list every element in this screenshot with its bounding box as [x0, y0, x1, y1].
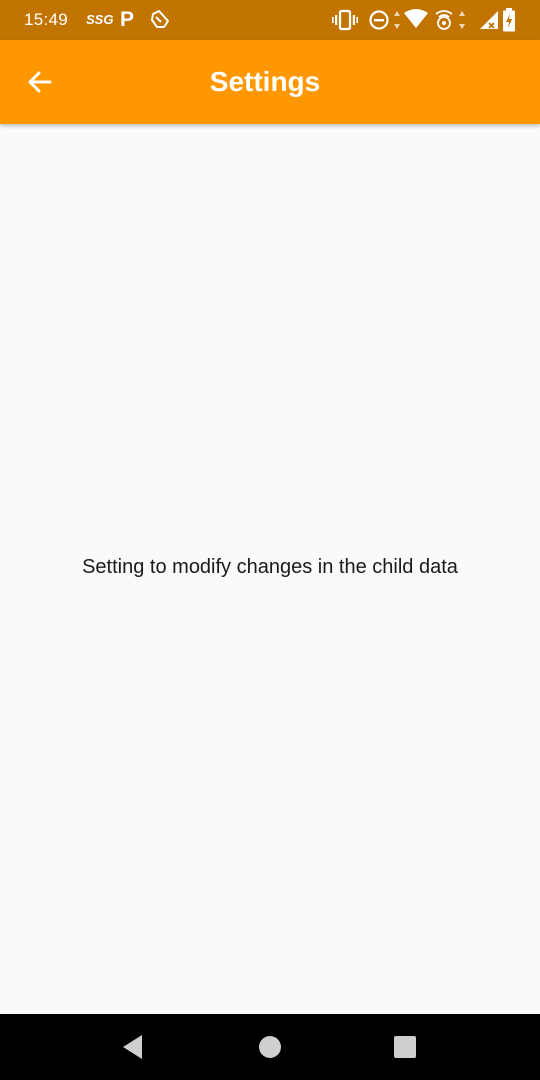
circle-home-icon: [259, 1036, 281, 1058]
carrier-badge: SSG: [86, 12, 114, 27]
do-not-disturb-icon: [368, 9, 390, 36]
data-activity-icon: [393, 9, 401, 36]
status-time: 15:49: [24, 10, 69, 29]
square-recents-icon: [394, 1036, 416, 1058]
triangle-back-icon: [123, 1035, 142, 1059]
nav-back-button[interactable]: [118, 1032, 148, 1062]
gesture-notification-icon: [148, 8, 172, 37]
mobile-data-activity-icon: [458, 9, 466, 36]
vibrate-icon: [332, 9, 358, 36]
status-bar: 15:49 SSG P: [0, 0, 540, 40]
wifi-icon: [403, 9, 429, 34]
settings-description-text: Setting to modify changes in the child d…: [82, 556, 458, 578]
system-navigation-bar: [0, 1014, 540, 1080]
nav-recents-button[interactable]: [390, 1032, 420, 1062]
battery-charging-icon: [502, 8, 516, 37]
cell-signal-icon: [478, 9, 500, 36]
page-title: Settings: [209, 66, 321, 97]
parking-badge: P: [120, 8, 135, 31]
hotspot-icon: [432, 7, 456, 36]
nav-home-button[interactable]: [255, 1032, 285, 1062]
settings-screen: 15:49 SSG P Settings Setting to modify c…: [0, 0, 540, 1080]
app-bar: Settings: [0, 40, 540, 124]
